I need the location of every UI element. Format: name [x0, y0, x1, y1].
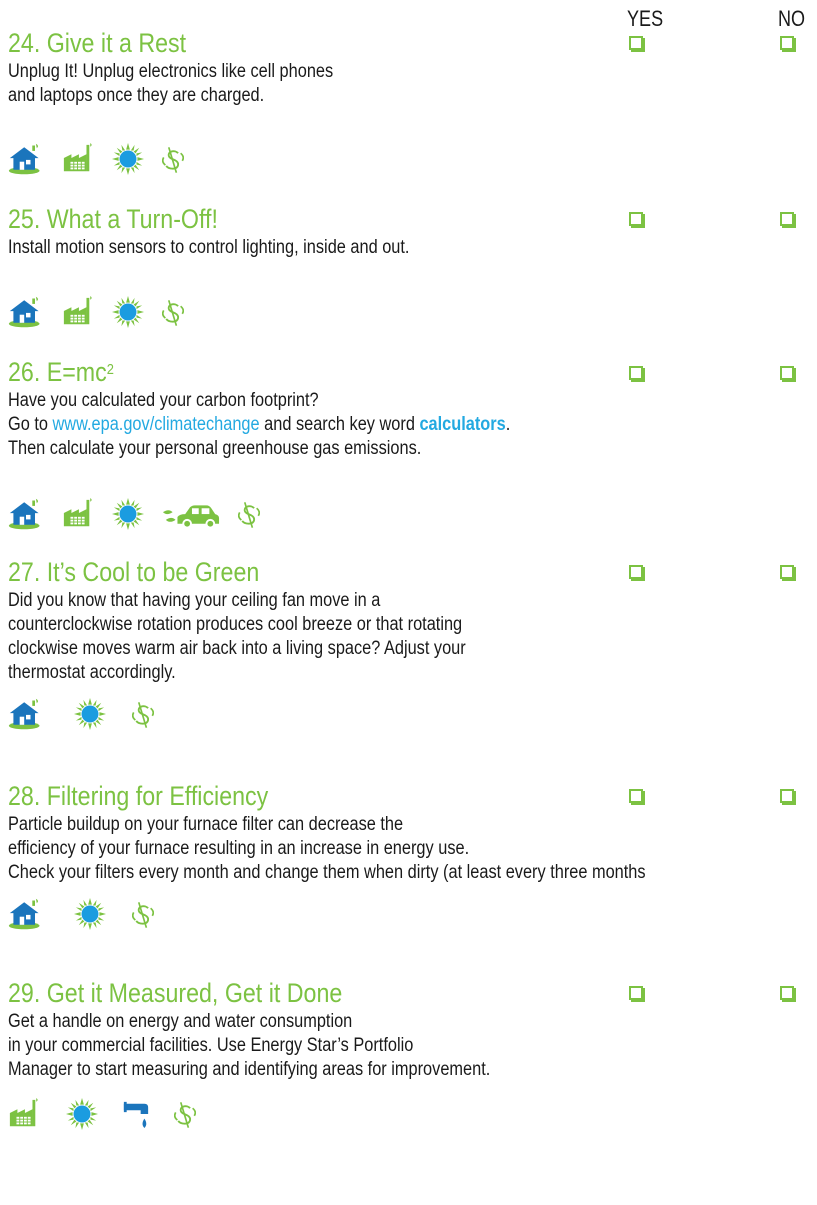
item-title: 26. E=mc2 [8, 357, 114, 387]
icon-row [8, 890, 172, 930]
factory-icon [8, 1098, 40, 1130]
sun-icon [66, 1098, 98, 1130]
house-icon [8, 143, 44, 175]
item-title: 24. Give it a Rest [8, 28, 187, 58]
sun-icon [112, 296, 144, 328]
no-checkbox[interactable] [780, 212, 794, 226]
factory-icon [62, 143, 94, 175]
item-description: Get a handle on energy and water consump… [8, 1011, 491, 1080]
icon-row [8, 135, 202, 175]
item-description: Install motion sensors to control lighti… [8, 237, 410, 258]
no-checkbox[interactable] [780, 789, 794, 803]
yes-checkbox[interactable] [629, 212, 643, 226]
house-icon [8, 698, 44, 730]
item-title: 28. Filtering for Efficiency [8, 781, 269, 811]
icon-row [8, 1090, 214, 1130]
yes-checkbox[interactable] [629, 986, 643, 1000]
icon-row [8, 288, 202, 328]
item-title: 25. What a Turn-Off! [8, 204, 218, 234]
house-icon [8, 498, 44, 530]
item-description: Did you know that having your ceiling fa… [8, 590, 466, 683]
yes-checkbox[interactable] [629, 36, 643, 50]
item-27: 27. It’s Cool to be Green Did you know t… [8, 557, 808, 685]
factory-icon [62, 498, 94, 530]
icon-row [8, 690, 172, 730]
factory-icon [62, 296, 94, 328]
house-icon [8, 898, 44, 930]
item-title: 27. It’s Cool to be Green [8, 557, 260, 587]
dollar-icon [238, 500, 260, 530]
item-28: 28. Filtering for Efficiency Particle bu… [8, 781, 808, 885]
yes-checkbox[interactable] [629, 565, 643, 579]
no-checkbox[interactable] [780, 366, 794, 380]
no-checkbox[interactable] [780, 36, 794, 50]
yes-checkbox[interactable] [629, 789, 643, 803]
dollar-icon [162, 145, 184, 175]
icon-row [8, 490, 278, 530]
car-icon [162, 502, 220, 530]
epa-link[interactable]: www.epa.gov/climatechange [53, 414, 260, 435]
sun-icon [74, 698, 106, 730]
item-29: 29. Get it Measured, Get it Done Get a h… [8, 978, 808, 1082]
yes-checkbox[interactable] [629, 366, 643, 380]
no-checkbox[interactable] [780, 986, 794, 1000]
item-24: 24. Give it a Rest Unplug It! Unplug ele… [8, 28, 808, 108]
house-icon [8, 296, 44, 328]
dollar-icon [174, 1100, 196, 1130]
sun-icon [112, 143, 144, 175]
item-26: 26. E=mc2 Have you calculated your carbo… [8, 357, 808, 461]
item-description: Particle buildup on your furnace filter … [8, 814, 646, 883]
sun-icon [112, 498, 144, 530]
faucet-icon [122, 1098, 150, 1130]
calculators-keyword: calculators [419, 414, 506, 435]
item-25: 25. What a Turn-Off! Install motion sens… [8, 204, 808, 260]
item-title: 29. Get it Measured, Get it Done [8, 978, 343, 1008]
dollar-icon [162, 298, 184, 328]
item-description: Have you calculated your carbon footprin… [8, 390, 511, 459]
no-checkbox[interactable] [780, 565, 794, 579]
dollar-icon [132, 700, 154, 730]
dollar-icon [132, 900, 154, 930]
sun-icon [74, 898, 106, 930]
item-description: Unplug It! Unplug electronics like cell … [8, 61, 334, 106]
